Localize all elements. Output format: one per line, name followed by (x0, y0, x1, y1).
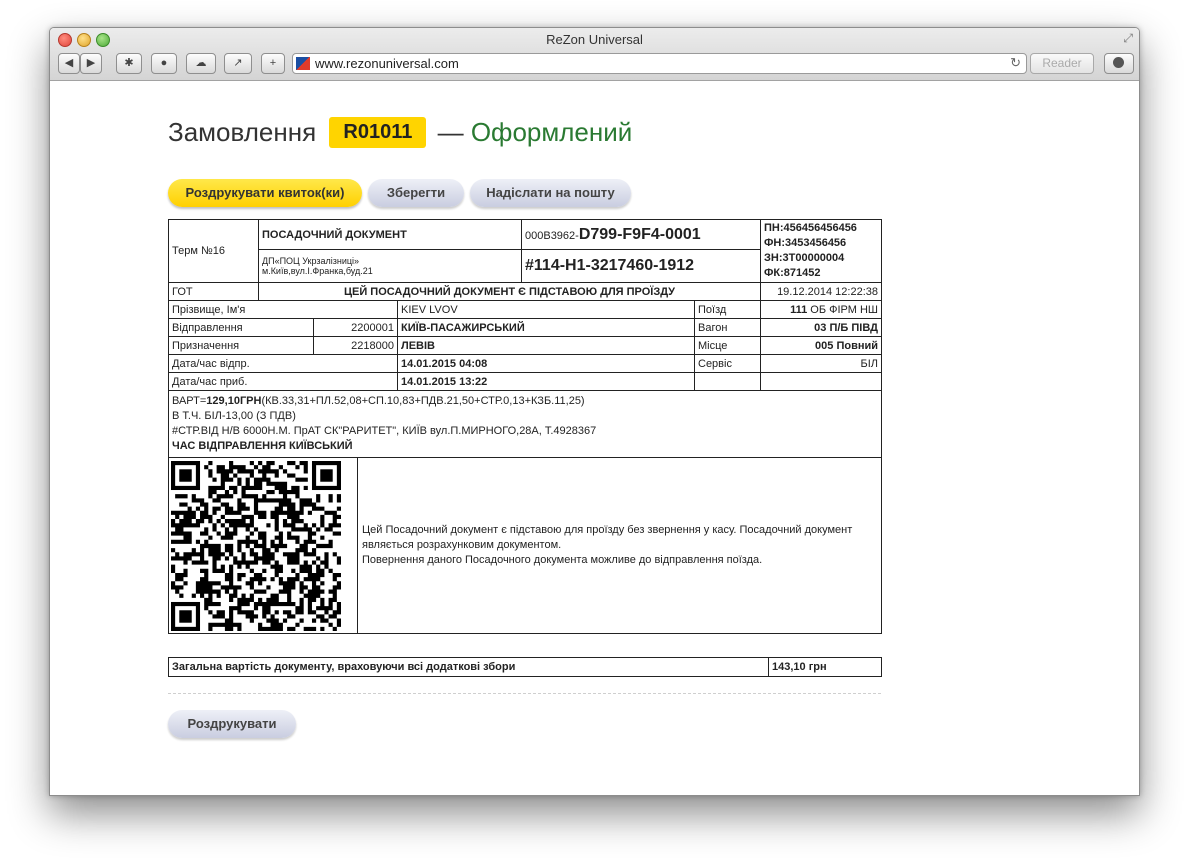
departure-time: 14.01.2015 04:08 (397, 354, 695, 373)
send-email-button[interactable]: Надіслати на пошту (470, 179, 631, 207)
wagon-label: Вагон (694, 318, 761, 337)
ticket-header-table: Терм №16 ПОСАДОЧНИЙ ДОКУМЕНТ 000В3962-D7… (168, 219, 882, 301)
passenger-name: KIEV LVOV (397, 300, 695, 319)
site-favicon-icon (296, 57, 310, 70)
service-label: Сервіс (694, 354, 761, 373)
price-value: 129,10ГРН (206, 395, 262, 407)
fiscal-info: ПН:456456456456 ФН:3453456456 ЗН:3Т00000… (760, 219, 882, 283)
train-value: 111 ОБ ФІРМ НШ (760, 300, 882, 319)
reload-icon[interactable]: ↻ (1010, 55, 1021, 71)
forward-button[interactable]: ▶ (80, 53, 102, 74)
page-content: Замовлення R01011 — Оформлений Роздрукув… (50, 81, 1139, 795)
terminal-number: Терм №16 (168, 219, 259, 283)
reader-button[interactable]: Reader (1030, 53, 1094, 74)
total-summary: Загальна вартість документу, враховуючи … (168, 657, 882, 677)
note-line: Повернення даного Посадочного документа … (362, 554, 763, 566)
fullscreen-icon[interactable]: ⤢ (1123, 31, 1133, 46)
downloads-button[interactable] (1104, 53, 1134, 74)
destination-station: ЛЕВІВ (397, 336, 695, 355)
back-arrow-icon: ◀ (64, 57, 74, 69)
total-label: Загальна вартість документу, враховуючи … (168, 657, 769, 677)
window-title: ReZon Universal (546, 32, 643, 47)
vat-line: В Т.Ч. БІЛ-13,00 (З ПДВ) (172, 410, 296, 422)
plus-icon: + (269, 57, 277, 69)
price-breakdown: (КВ.33,31+ПЛ.52,08+СП.10,83+ПДВ.21,50+СТ… (261, 395, 585, 407)
arrival-time-label: Дата/час приб. (168, 372, 398, 391)
share-button[interactable]: ↗ (224, 53, 252, 74)
insurance-line: #СТР.ВІД Н/В 6000Н.М. ПрАТ СК"РАРИТЕТ", … (172, 425, 597, 437)
fiscal-line: ЗН:3Т00000004 (764, 252, 845, 264)
ticket-details-table: Прізвище, Ім'я KIEV LVOV Поїзд 111 ОБ ФІ… (168, 300, 882, 458)
url-text[interactable]: www.rezonuniversal.com (315, 56, 459, 71)
empty-cell (760, 372, 882, 391)
title-dash: — (437, 117, 464, 147)
passenger-label: Прізвище, Ім'я (168, 300, 398, 319)
page-title: Замовлення R01011 — Оформлений (168, 117, 632, 151)
new-tab-button[interactable]: + (261, 53, 285, 74)
print-button[interactable]: Роздрукувати (168, 710, 296, 738)
train-firm: ОБ ФІРМ НШ (810, 303, 878, 316)
share-icon: ↗ (233, 57, 243, 69)
departure-code: 2200001 (313, 318, 398, 337)
back-button[interactable]: ◀ (58, 53, 80, 74)
destination-code: 2218000 (313, 336, 398, 355)
departure-label: Відправлення (168, 318, 314, 337)
price-line: ВАРТ=129,10ГРН(КВ.33,31+ПЛ.52,08+СП.10,8… (172, 394, 878, 409)
fiscal-line: ФК:871452 (764, 267, 821, 279)
title-prefix: Замовлення (168, 117, 317, 147)
fiscal-line: ФН:3453456456 (764, 237, 847, 249)
puzzle-icon: ✱ (124, 57, 134, 69)
note-line: являється розрахунковим документом. (362, 539, 562, 551)
arrival-time: 14.01.2015 13:22 (397, 372, 695, 391)
seat-value: 005 Повний (760, 336, 882, 355)
fiscal-line: ПН:456456456456 (764, 222, 857, 234)
ticket-note: Цей Посадочний документ є підставою для … (357, 457, 882, 634)
time-note: ЧАС ВІДПРАВЛЕННЯ КИЇВСЬКИЙ (172, 440, 353, 452)
train-number: 111 (790, 303, 808, 316)
cloud-icon: ☁ (195, 57, 207, 69)
got-label: ГОТ (168, 282, 259, 301)
cloud-button[interactable]: ☁ (186, 53, 216, 74)
forward-arrow-icon: ▶ (86, 57, 96, 69)
seat-label: Місце (694, 336, 761, 355)
order-status: Оформлений (470, 117, 633, 147)
destination-label: Призначення (168, 336, 314, 355)
qr-cell (168, 457, 358, 634)
ticket-qr-table: Цей Посадочний документ є підставою для … (168, 457, 882, 634)
extension-button[interactable]: ✱ (116, 53, 142, 74)
price-prefix: ВАРТ= (172, 395, 207, 407)
train-label: Поїзд (694, 300, 761, 319)
note-line: Цей Посадочний документ є підставою для … (362, 524, 853, 536)
print-tickets-button[interactable]: Роздрукувати квиток(ки) (168, 179, 362, 207)
save-button[interactable]: Зберегти (368, 179, 464, 207)
total-value: 143,10 грн (768, 657, 882, 677)
document-number: D799-F9F4-0001 (578, 225, 701, 243)
qr-code-icon (171, 460, 341, 631)
ticket-document: Терм №16 ПОСАДОЧНИЙ ДОКУМЕНТ 000В3962-D7… (168, 219, 882, 634)
document-number-cell: 000В3962-D799-F9F4-0001 (521, 219, 761, 250)
divider (168, 693, 881, 694)
browser-toolbar: ReZon Universal ⤢ ◀ ▶ ✱ ● ☁ ↗ + www.rezo… (50, 28, 1139, 81)
wagon-value: 03 П/Б ПІВД (760, 318, 882, 337)
departure-time-label: Дата/час відпр. (168, 354, 398, 373)
address-bar[interactable]: www.rezonuniversal.com ↻ (292, 53, 1027, 74)
order-code-badge: R01011 (329, 117, 427, 148)
empty-cell (694, 372, 761, 391)
issuer-info: ДП«ПОЦ Укрзалізниці» м.Київ,вул.І.Франка… (258, 249, 522, 283)
issue-datetime: 19.12.2014 12:22:38 (760, 282, 882, 301)
browser-window: ReZon Universal ⤢ ◀ ▶ ✱ ● ☁ ↗ + www.rezo… (49, 27, 1140, 796)
document-type: ПОСАДОЧНИЙ ДОКУМЕНТ (258, 219, 522, 250)
basis-statement: ЦЕЙ ПОСАДОЧНИЙ ДОКУМЕНТ Є ПІДСТАВОЮ ДЛЯ … (258, 282, 761, 301)
service-value: БІЛ (760, 354, 882, 373)
document-number-secondary: #114-H1-3217460-1912 (521, 249, 761, 283)
issuer-line: ДП«ПОЦ Укрзалізниці» (262, 256, 360, 266)
camera-button[interactable]: ● (151, 53, 177, 74)
issuer-line: м.Київ,вул.І.Франка,буд.21 (262, 266, 373, 276)
price-details: ВАРТ=129,10ГРН(КВ.33,31+ПЛ.52,08+СП.10,8… (168, 390, 882, 458)
document-prefix: 000В3962- (525, 229, 579, 242)
lens-icon: ● (160, 57, 168, 69)
download-icon (1113, 57, 1124, 68)
departure-station: КИЇВ-ПАСАЖИРСЬКИЙ (397, 318, 695, 337)
